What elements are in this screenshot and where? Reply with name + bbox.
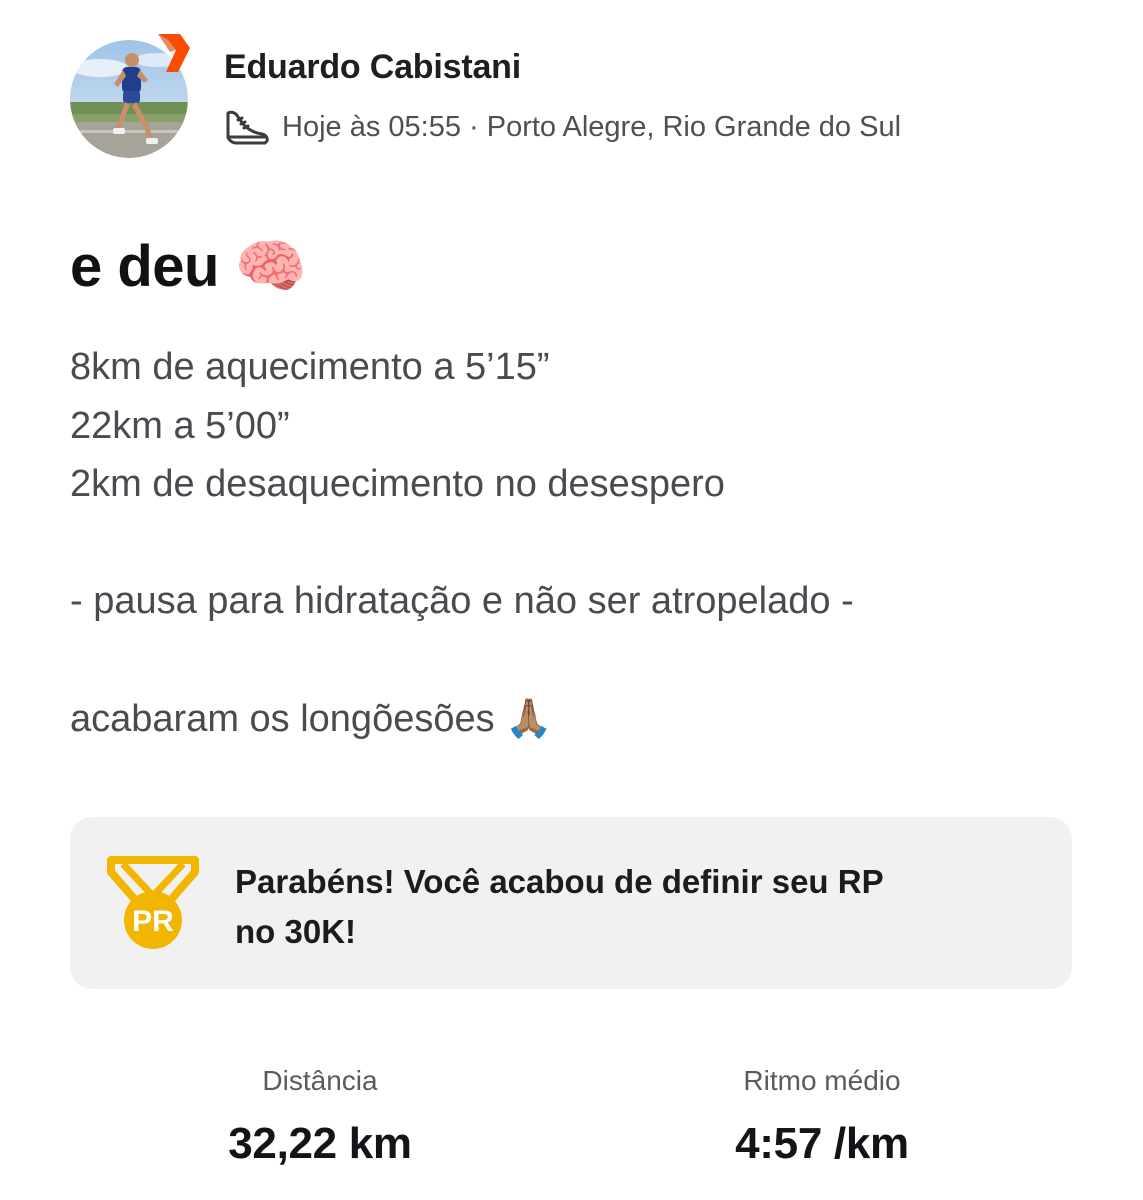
athlete-avatar[interactable] <box>70 34 190 158</box>
activity-title-text: e deu <box>70 234 220 299</box>
description-line: 22km a 5’00” <box>70 404 290 447</box>
pr-badge-text: PR <box>132 905 174 938</box>
activity-header: Eduardo Cabistani Hoje às 05:55 · Porto … <box>70 34 1070 158</box>
athlete-name[interactable]: Eduardo Cabistani <box>224 48 521 87</box>
activity-meta: Hoje às 05:55 · Porto Alegre, Rio Grande… <box>222 106 901 148</box>
description-line-last: acabaram os longõesões 🙏🏽 <box>70 689 1070 748</box>
pr-achievement-card[interactable]: PR Parabéns! Você acabou de definir seu … <box>70 817 1072 989</box>
stat-pace: Ritmo médio 4:57 /km <box>680 1060 964 1172</box>
stat-pace-label: Ritmo médio <box>743 1065 901 1096</box>
description-line-text: acabaram os longõesões <box>70 698 495 740</box>
description-line: 2km de desaquecimento no desespero <box>70 463 725 505</box>
pr-message: Parabéns! Você acabou de definir seu RP … <box>235 857 995 957</box>
praying-hands-emoji: 🙏🏽 <box>505 696 553 740</box>
pr-message-line: no 30K! <box>235 913 357 950</box>
description-line: 8km de aquecimento a 5’15” <box>70 346 550 388</box>
activity-title[interactable]: e deu 🧠 <box>70 232 307 301</box>
pr-medal-icon: PR <box>107 856 199 949</box>
brain-emoji: 🧠 <box>234 232 307 300</box>
stat-distance-label: Distância <box>262 1065 378 1096</box>
description-blank-line <box>70 631 1070 690</box>
stat-pace-value: 4:57 /km <box>735 1119 909 1168</box>
strava-chevron-icon <box>158 34 190 72</box>
description-line: - pausa para hidratação e não ser atrope… <box>70 580 854 622</box>
running-shoe-icon <box>226 110 269 145</box>
description-blank-line <box>70 514 1070 573</box>
stat-distance: Distância 32,22 km <box>180 1060 460 1172</box>
activity-date-location: Hoje às 05:55 · Porto Alegre, Rio Grande… <box>282 110 902 143</box>
pr-message-line: Parabéns! Você acabou de definir seu RP <box>235 863 884 900</box>
stat-distance-value: 32,22 km <box>228 1119 412 1168</box>
activity-description: 8km de aquecimento a 5’15” 22km a 5’00” … <box>70 338 1070 748</box>
